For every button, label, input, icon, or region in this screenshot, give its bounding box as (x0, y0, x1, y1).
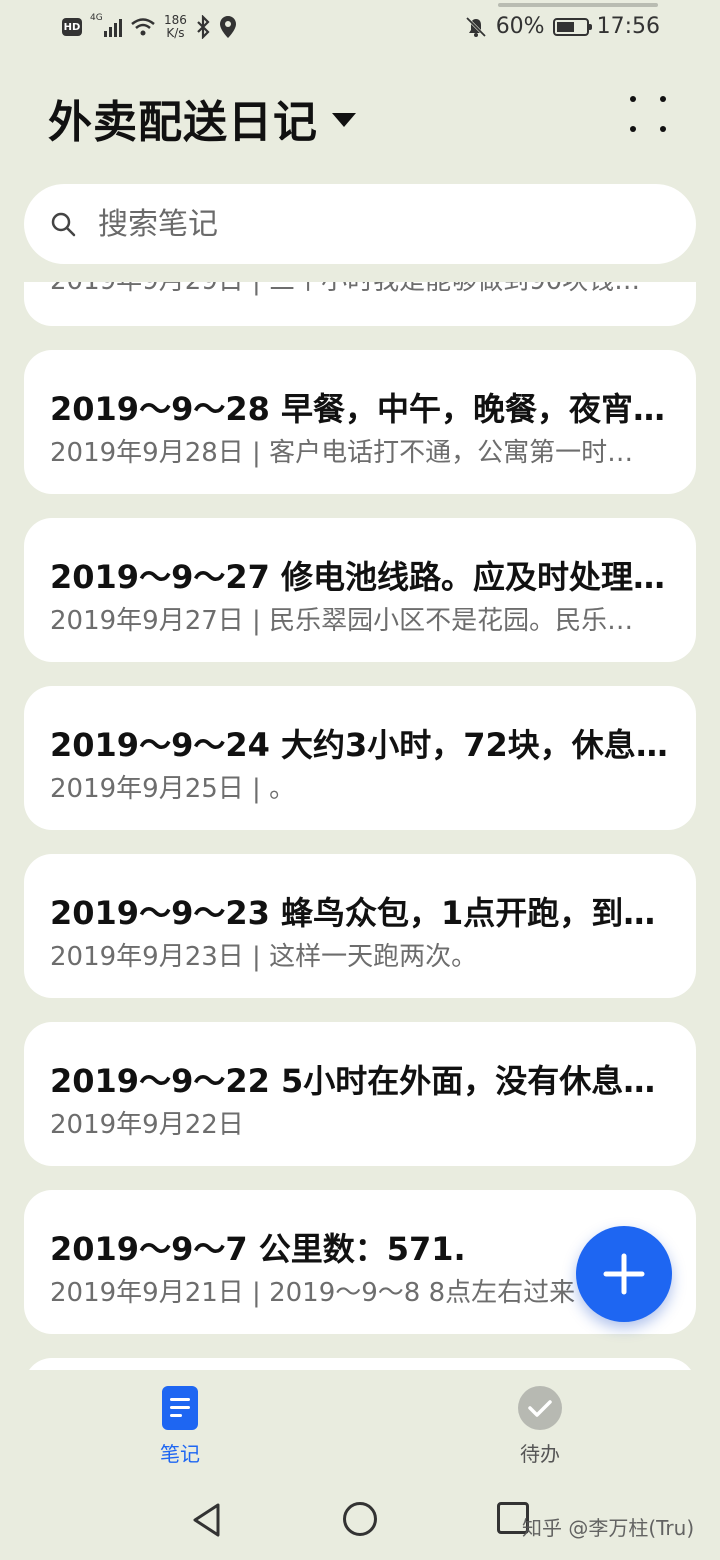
caret-down-icon (332, 113, 356, 127)
home-icon[interactable] (343, 1502, 377, 1536)
note-card[interactable]: 2019年9月29日 | 三个小时我是能够做到90块钱… (24, 282, 696, 326)
system-nav-bar: 知乎 @李万柱(Tru) (0, 1480, 720, 1560)
note-card[interactable]: 2019～9～22 5小时在外面，没有休息，… 2019年9月22日 (24, 1022, 696, 1166)
back-icon[interactable] (190, 1502, 224, 1538)
battery-icon (552, 17, 592, 36)
status-right: 60% 17:56 (464, 14, 660, 39)
app-header: 外卖配送日记 (0, 76, 720, 156)
add-note-button[interactable] (576, 1226, 672, 1322)
more-options-button[interactable] (628, 94, 668, 134)
mute-bell-icon (465, 16, 486, 37)
note-subtitle: 2019年9月25日 | 。 (50, 774, 296, 804)
tab-notes-label: 笔记 (160, 1442, 200, 1466)
note-title: 2019～9～28 早餐，中午，晚餐，夜宵。… (50, 390, 670, 428)
note-card[interactable]: 2019～9～27 修电池线路。应及时处理，… 2019年9月27日 | 民乐翠… (24, 518, 696, 662)
check-circle-icon (518, 1386, 562, 1430)
net-speed-unit: K/s (166, 26, 185, 40)
plus-icon (603, 1253, 645, 1295)
note-title: 2019～9～27 修电池线路。应及时处理，… (50, 558, 670, 596)
bluetooth-icon (197, 15, 210, 39)
tab-todo-label: 待办 (520, 1442, 560, 1466)
bottom-tab-bar: 笔记 待办 (0, 1370, 720, 1480)
note-title: 2019～9～24 大约3小时，72块，休息充… (50, 726, 670, 764)
note-subtitle: 2019年9月27日 | 民乐翠园小区不是花园。民乐… (50, 606, 634, 636)
note-title: 2019～9～22 5小时在外面，没有休息，… (50, 1062, 670, 1100)
note-subtitle: 2019年9月28日 | 客户电话打不通，公寓第一时… (50, 438, 634, 468)
signal-icon: 4G (90, 13, 122, 37)
clock-time: 17:56 (596, 14, 660, 39)
top-drag-indicator (498, 3, 658, 7)
tab-notes[interactable]: 笔记 (120, 1386, 240, 1476)
note-card[interactable]: 2019～9～24 大约3小时，72块，休息充… 2019年9月25日 | 。 (24, 686, 696, 830)
note-subtitle: 2019年9月22日 (50, 1110, 244, 1140)
page-title: 外卖配送日记 (48, 97, 318, 148)
hd-icon: HD (62, 18, 82, 36)
location-icon (219, 16, 236, 38)
note-subtitle: 2019年9月23日 | 这样一天跑两次。 (50, 942, 478, 972)
note-card[interactable]: 2019～9～23 蜂鸟众包，1点开跑，到6… 2019年9月23日 | 这样一… (24, 854, 696, 998)
battery-percent: 60% (495, 14, 545, 39)
note-card[interactable] (24, 1358, 696, 1370)
note-subtitle: 2019年9月29日 | 三个小时我是能够做到90块钱… (50, 282, 670, 297)
note-title: 2019～9～23 蜂鸟众包，1点开跑，到6… (50, 894, 670, 932)
search-icon (51, 212, 76, 237)
wifi-icon (131, 18, 155, 36)
status-left: HD 4G 186 K/s (62, 13, 237, 40)
search-input[interactable] (96, 205, 620, 243)
watermark: 知乎 @李万柱(Tru) (522, 1516, 695, 1540)
notes-document-icon (162, 1386, 198, 1430)
notes-list[interactable]: 2019年9月29日 | 三个小时我是能够做到90块钱… 2019～9～28 早… (0, 282, 720, 1370)
note-card[interactable]: 2019～9～28 早餐，中午，晚餐，夜宵。… 2019年9月28日 | 客户电… (24, 350, 696, 494)
tab-todo[interactable]: 待办 (480, 1386, 600, 1476)
status-bar: HD 4G 186 K/s 60% 17:56 (0, 0, 720, 56)
search-bar[interactable] (24, 184, 696, 264)
notebook-switcher[interactable]: 外卖配送日记 (48, 86, 356, 150)
network-type-label: 4G (90, 13, 103, 23)
net-speed: 186 K/s (164, 14, 187, 40)
